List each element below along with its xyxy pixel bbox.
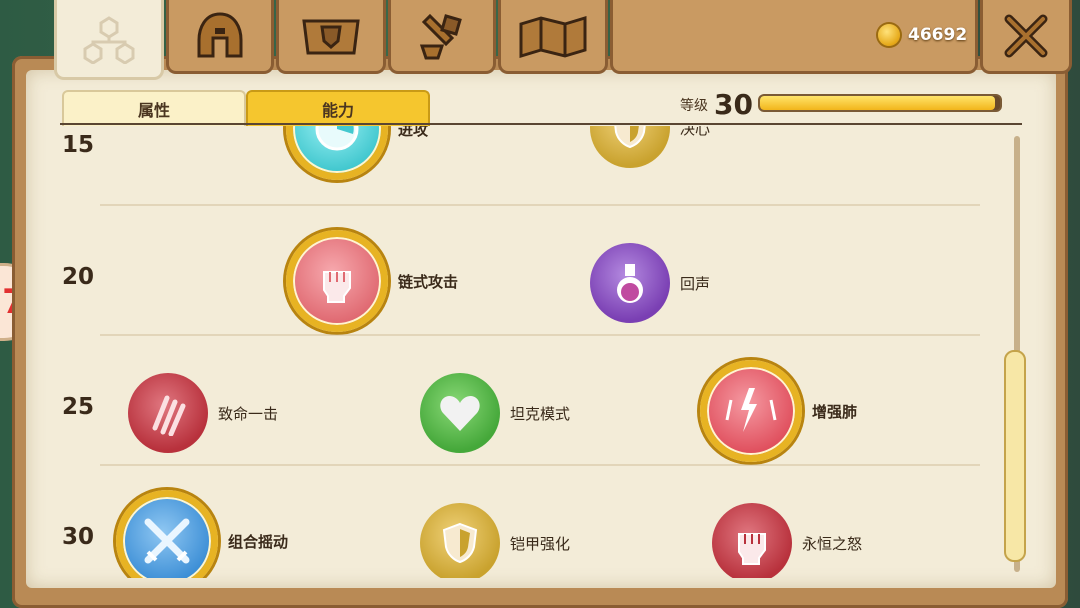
ability-name: 决心 xyxy=(680,126,711,138)
tab-map[interactable] xyxy=(498,0,608,74)
ability-item[interactable]: 坦克模式 xyxy=(420,373,570,453)
ability-row: 15 进攻 决心 xyxy=(40,126,1000,206)
coin-display: 46692 xyxy=(878,24,967,46)
scrollbar-thumb[interactable] xyxy=(1004,350,1026,562)
coin-count: 46692 xyxy=(908,25,968,45)
ability-item[interactable]: 链式攻击 xyxy=(286,230,458,332)
tab-skill-tree[interactable] xyxy=(54,0,164,80)
tab-abilities[interactable]: 能力 xyxy=(246,90,430,126)
player-level: 等级 30 xyxy=(680,88,753,121)
claw-icon xyxy=(128,373,208,453)
ability-item[interactable]: 永恒之怒 xyxy=(712,503,862,578)
ability-name: 坦克模式 xyxy=(510,404,571,423)
ability-name: 增强肺 xyxy=(812,402,858,421)
xp-bar-fill xyxy=(760,96,996,110)
row-level: 25 xyxy=(62,394,95,420)
heart-icon xyxy=(420,373,500,453)
tab-attributes[interactable]: 属性 xyxy=(62,90,246,126)
ability-item[interactable]: 组合摇动 xyxy=(116,490,288,578)
close-button[interactable] xyxy=(980,0,1072,74)
fist-icon xyxy=(712,503,792,578)
fist-icon xyxy=(286,230,388,332)
level-label: 等级 xyxy=(680,97,708,114)
ability-name: 进攻 xyxy=(398,126,429,139)
ability-name: 链式攻击 xyxy=(398,272,459,291)
tab-equipment[interactable] xyxy=(166,0,274,74)
ability-row: 25 致命一击 坦克模式 增强肺 xyxy=(40,336,1000,466)
chest-icon xyxy=(302,19,360,54)
ability-list[interactable]: 15 进攻 决心 20 链式攻击 回声 25 致命一击 坦克模式 增强肺 30 … xyxy=(40,126,1000,578)
map-icon xyxy=(519,15,587,58)
level-value: 30 xyxy=(714,88,753,121)
ability-row: 30 组合摇动 铠甲强化 永恒之怒 xyxy=(40,466,1000,578)
ability-item[interactable]: 决心 xyxy=(590,126,710,168)
row-level: 20 xyxy=(62,264,95,290)
shield-icon xyxy=(420,503,500,578)
crossed-swords-icon xyxy=(116,490,218,578)
skill-tree-icon xyxy=(83,15,135,64)
ability-name: 铠甲强化 xyxy=(510,534,571,553)
potion-icon xyxy=(590,243,670,323)
ability-name: 致命一击 xyxy=(218,404,279,423)
ability-item[interactable]: 增强肺 xyxy=(700,360,857,462)
crafting-icon xyxy=(419,13,462,59)
shield-icon xyxy=(590,126,670,168)
row-level: 15 xyxy=(62,132,95,158)
ability-name: 回声 xyxy=(680,274,711,293)
ability-item[interactable]: 铠甲强化 xyxy=(420,503,570,578)
close-icon xyxy=(1004,14,1048,57)
coin-icon xyxy=(878,24,900,46)
ability-item[interactable]: 进攻 xyxy=(286,126,428,180)
xp-bar xyxy=(758,94,1002,112)
ability-name: 组合摇动 xyxy=(228,532,289,551)
tab-inventory[interactable] xyxy=(276,0,386,74)
clock-icon xyxy=(286,126,388,180)
row-level: 30 xyxy=(62,524,95,550)
lightning-icon xyxy=(700,360,802,462)
ability-item[interactable]: 致命一击 xyxy=(128,373,278,453)
ability-name: 永恒之怒 xyxy=(802,534,863,553)
helmet-icon xyxy=(197,11,243,57)
ability-item[interactable]: 回声 xyxy=(590,243,710,323)
tab-crafting[interactable] xyxy=(388,0,496,74)
ability-row: 20 链式攻击 回声 xyxy=(40,206,1000,336)
subtab-divider xyxy=(60,123,1022,125)
